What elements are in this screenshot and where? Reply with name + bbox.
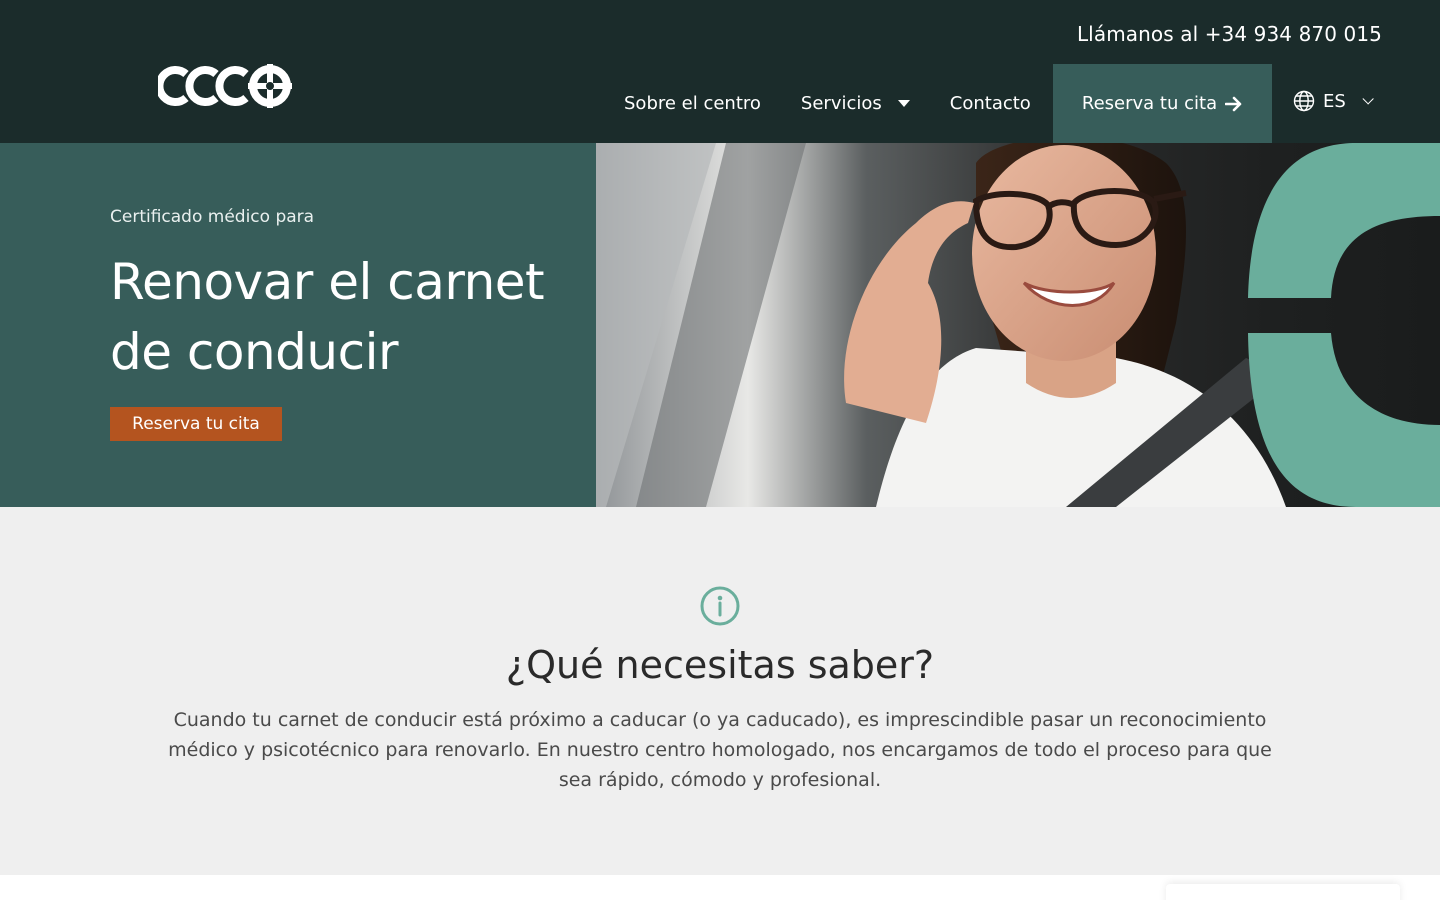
nav-item-label: Sobre el centro bbox=[624, 93, 761, 114]
ccco-logo[interactable] bbox=[155, 64, 292, 108]
hero-panel: Certificado médico para Renovar el carne… bbox=[0, 143, 596, 507]
hero-title: Renovar el carnet de conducir bbox=[110, 253, 545, 381]
hero-image bbox=[596, 143, 1440, 507]
header-booking-button[interactable]: Reserva tu cita bbox=[1053, 64, 1272, 143]
chevron-down-icon bbox=[1362, 93, 1374, 105]
header-booking-label: Reserva tu cita bbox=[1081, 93, 1218, 114]
language-selector[interactable]: ES bbox=[1293, 88, 1374, 114]
language-label: ES bbox=[1323, 90, 1346, 112]
info-section: ¿Qué necesitas saber? Cuando tu carnet d… bbox=[0, 507, 1440, 875]
nav-item-contacto[interactable]: Contacto bbox=[930, 64, 1051, 143]
info-title: ¿Qué necesitas saber? bbox=[505, 643, 935, 687]
nav-item-label: Servicios bbox=[800, 93, 882, 114]
nav-item-sobre-el-centro[interactable]: Sobre el centro bbox=[604, 64, 781, 143]
caret-down-icon bbox=[897, 100, 910, 107]
globe-icon bbox=[1293, 90, 1315, 112]
arrow-right-icon bbox=[1225, 96, 1242, 111]
info-icon bbox=[700, 586, 740, 626]
nav-item-servicios[interactable]: Servicios bbox=[781, 64, 930, 143]
main-nav: Sobre el centro Servicios Contacto bbox=[604, 64, 1051, 143]
phone-link[interactable]: Llámanos al +34 934 870 015 bbox=[1077, 22, 1382, 46]
floating-card-edge bbox=[1166, 884, 1400, 900]
info-text: Cuando tu carnet de conducir está próxim… bbox=[168, 709, 1272, 791]
site-header: Llámanos al +34 934 870 015 Sobre el cen… bbox=[0, 0, 1440, 143]
hero-subtitle: Certificado médico para bbox=[110, 207, 315, 227]
nav-item-label: Contacto bbox=[949, 93, 1031, 114]
hero-booking-button[interactable]: Reserva tu cita bbox=[110, 407, 282, 441]
